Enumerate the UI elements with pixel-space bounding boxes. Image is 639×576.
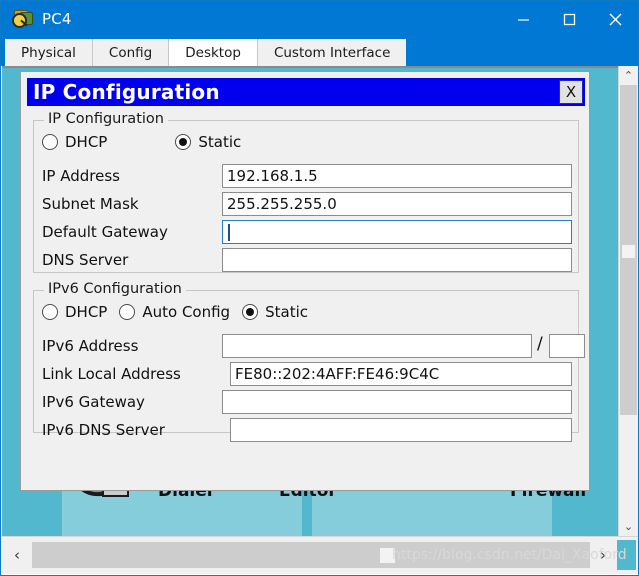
row-link-local-address: Link Local Address	[42, 362, 181, 386]
row-ipv6-address: IPv6 Address	[42, 334, 138, 358]
ipv4-group-title: IP Configuration	[44, 111, 168, 127]
label-default-gateway: Default Gateway	[42, 223, 168, 241]
dialog-titlebar: IP Configuration X	[27, 78, 585, 106]
input-dns-server[interactable]	[222, 248, 572, 272]
window-titlebar: PC4	[1, 1, 638, 37]
radio-label: Static	[198, 133, 241, 151]
ipv6-mode-radio-group: DHCP Auto Config Static	[42, 303, 308, 321]
radio-dot-icon	[119, 304, 135, 320]
input-ipv6-gateway[interactable]	[222, 390, 572, 414]
label-ipv6-address: IPv6 Address	[42, 337, 138, 355]
ipv6-group-title: IPv6 Configuration	[44, 281, 186, 297]
packet-tracer-device-window: PC4 Physical Config Desktop Custom Inter…	[0, 0, 639, 576]
vertical-scroll-thumb[interactable]	[620, 85, 637, 415]
radio-ipv6-static[interactable]: Static	[242, 303, 308, 321]
horizontal-scroll-track[interactable]	[32, 542, 616, 568]
row-dns-server: DNS Server	[42, 248, 128, 272]
text-caret	[228, 224, 230, 241]
packet-tracer-pc-icon	[11, 8, 33, 30]
tab-custom-interface[interactable]: Custom Interface	[258, 39, 406, 66]
radio-ipv6-auto-config[interactable]: Auto Config	[119, 303, 230, 321]
label-ip-address: IP Address	[42, 167, 120, 185]
row-default-gateway: Default Gateway	[42, 220, 168, 244]
minimize-button[interactable]	[500, 1, 546, 37]
input-ip-address[interactable]: 192.168.1.5	[222, 164, 572, 188]
ipv4-configuration-group: IP Configuration DHCP Static IP Address …	[33, 120, 579, 273]
scroll-right-arrow-icon[interactable]: ›	[590, 540, 616, 570]
radio-dot-icon	[242, 304, 258, 320]
radio-ipv6-dhcp[interactable]: DHCP	[42, 303, 107, 321]
scroll-down-arrow-icon[interactable]: ⌄	[619, 517, 638, 536]
radio-label: Auto Config	[142, 303, 230, 321]
row-ipv6-gateway: IPv6 Gateway	[42, 390, 145, 414]
radio-label: DHCP	[65, 133, 107, 151]
radio-dot-icon	[42, 134, 58, 150]
tab-physical[interactable]: Physical	[5, 39, 93, 66]
scroll-left-arrow-icon[interactable]: ‹	[4, 540, 30, 570]
label-ipv6-dns-server: IPv6 DNS Server	[42, 421, 165, 439]
input-ipv6-dns-server[interactable]	[230, 418, 572, 442]
radio-dot-icon	[42, 304, 58, 320]
vertical-scrollbar[interactable]: ⌃ ⌄	[618, 66, 637, 536]
close-button[interactable]	[592, 1, 638, 37]
label-dns-server: DNS Server	[42, 251, 128, 269]
ipv6-configuration-group: IPv6 Configuration DHCP Auto Config Stat…	[33, 290, 579, 433]
input-default-gateway[interactable]	[222, 220, 572, 244]
ipv6-prefix-separator: /	[537, 334, 543, 354]
input-ipv6-address[interactable]	[222, 334, 532, 358]
radio-label: DHCP	[65, 303, 107, 321]
row-ip-address: IP Address	[42, 164, 120, 188]
vertical-scroll-track[interactable]	[619, 85, 638, 517]
window-controls	[500, 1, 638, 37]
window-title: PC4	[42, 10, 72, 28]
radio-dot-icon	[175, 134, 191, 150]
input-link-local-address[interactable]: FE80::202:4AFF:FE46:9C4C	[230, 362, 572, 386]
radio-ipv4-dhcp[interactable]: DHCP	[42, 133, 107, 151]
label-subnet-mask: Subnet Mask	[42, 195, 139, 213]
ipv4-mode-radio-group: DHCP Static	[42, 133, 267, 151]
ip-configuration-dialog: IP Configuration X IP Configuration DHCP…	[20, 71, 590, 491]
label-link-local-address: Link Local Address	[42, 365, 181, 383]
dialog-close-button[interactable]: X	[559, 80, 583, 104]
input-ipv6-prefix-length[interactable]	[549, 334, 585, 358]
label-ipv6-gateway: IPv6 Gateway	[42, 393, 145, 411]
scrollbar-corner	[617, 540, 636, 570]
tab-strip: Physical Config Desktop Custom Interface	[1, 37, 638, 66]
radio-label: Static	[265, 303, 308, 321]
horizontal-scroll-thumb[interactable]	[380, 548, 395, 563]
tab-desktop[interactable]: Desktop	[169, 39, 258, 66]
row-subnet-mask: Subnet Mask	[42, 192, 139, 216]
input-subnet-mask[interactable]: 255.255.255.0	[222, 192, 572, 216]
maximize-button[interactable]	[546, 1, 592, 37]
scroll-up-arrow-icon[interactable]: ⌃	[619, 66, 638, 85]
dialog-title: IP Configuration	[33, 80, 220, 104]
tab-config[interactable]: Config	[93, 39, 169, 66]
vertical-scroll-thumb-nub	[622, 245, 635, 258]
horizontal-scrollbar[interactable]: ‹ › https://blog.csdn.net/Dai_Xaoford	[2, 536, 638, 574]
row-ipv6-dns-server: IPv6 DNS Server	[42, 418, 165, 442]
radio-ipv4-static[interactable]: Static	[175, 133, 241, 151]
